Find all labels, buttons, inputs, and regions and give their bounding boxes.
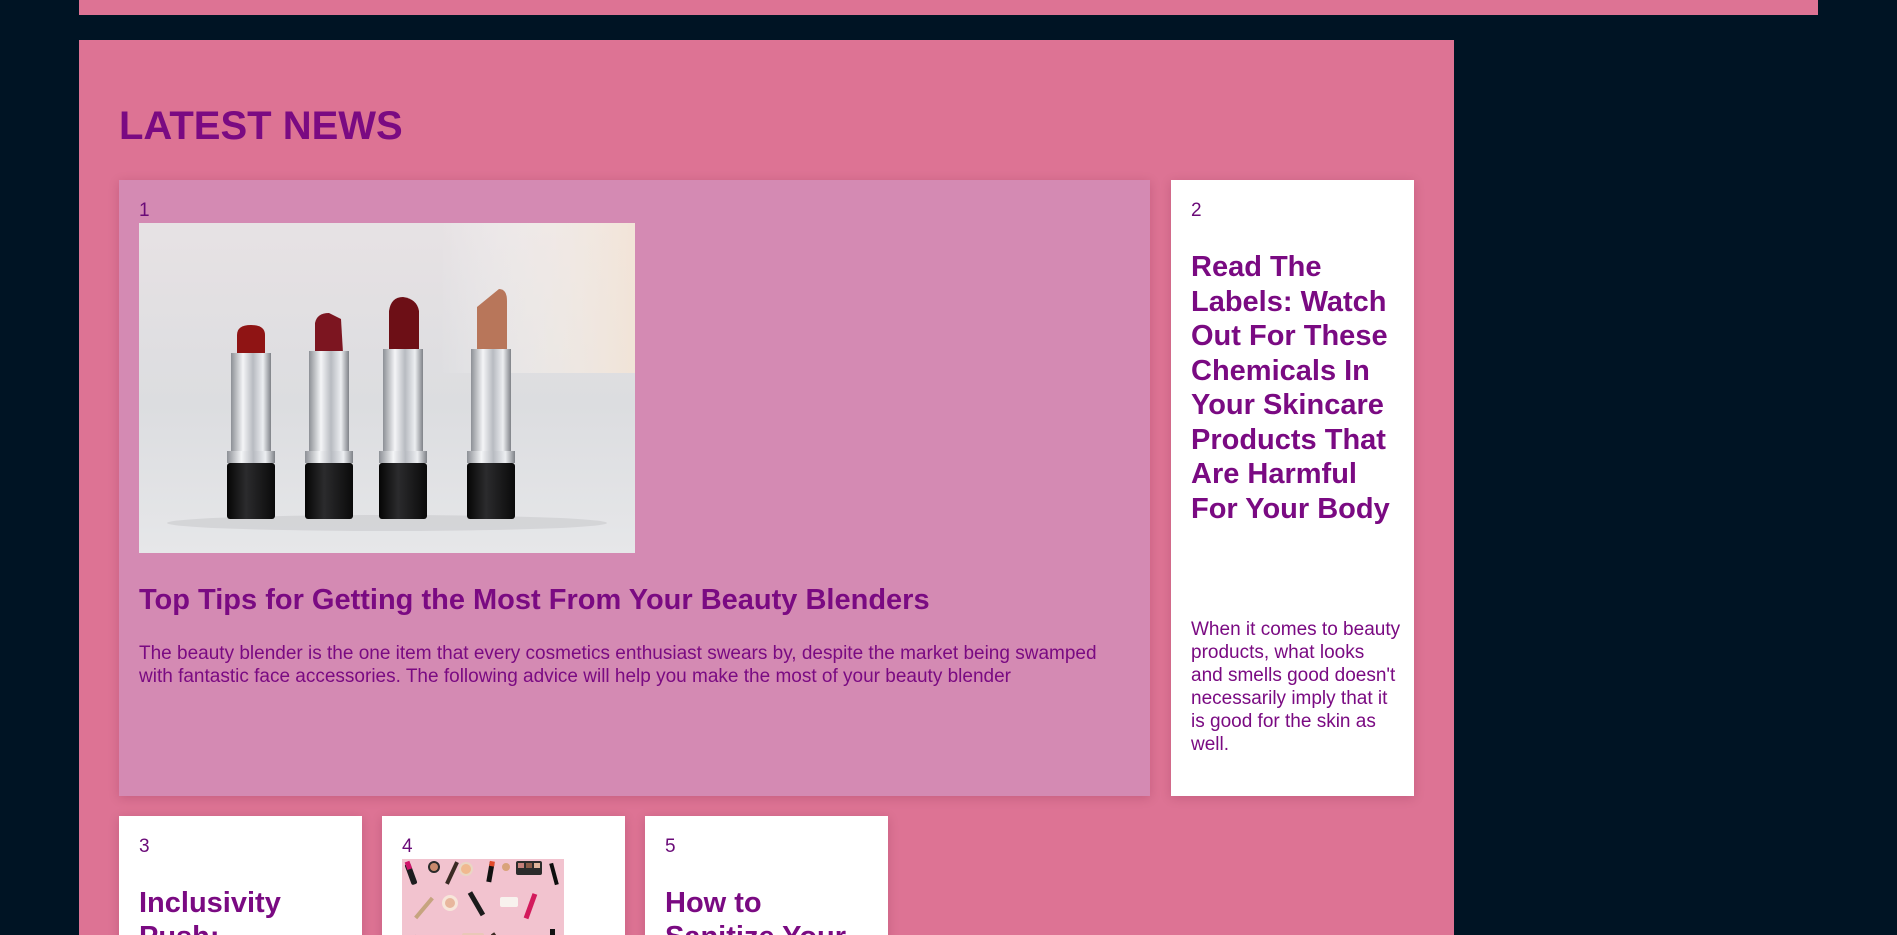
- article-number: 3: [139, 836, 150, 857]
- article-number: 5: [665, 836, 676, 857]
- article-excerpt: The beauty blender is the one item that …: [139, 643, 1097, 687]
- article-number: 2: [1191, 200, 1202, 221]
- article-card-1[interactable]: 1 Top Tips for Getting the Most From You…: [119, 180, 1150, 796]
- article-title[interactable]: Top Tips for Getting the Most From Your …: [139, 583, 1129, 617]
- article-title[interactable]: How to Sanitize Your: [665, 886, 870, 935]
- lipsticks-photo[interactable]: [139, 223, 635, 553]
- article-title[interactable]: Read The Labels: Watch Out For These Che…: [1191, 250, 1401, 526]
- latest-news-section: LATEST NEWS 1 Top Tips for Getting the M…: [79, 40, 1454, 935]
- article-card-3[interactable]: 3 Inclusivity Push:: [119, 816, 362, 935]
- article-card-4[interactable]: 4: [382, 816, 625, 935]
- article-card-2[interactable]: 2 Read The Labels: Watch Out For These C…: [1171, 180, 1414, 796]
- makeup-flatlay-photo[interactable]: [402, 859, 564, 935]
- article-card-5[interactable]: 5 How to Sanitize Your: [645, 816, 888, 935]
- article-excerpt: When it comes to beauty products, what l…: [1191, 619, 1401, 755]
- article-number: 1: [139, 200, 150, 221]
- section-heading: LATEST NEWS: [119, 104, 403, 148]
- top-header-bar: [79, 0, 1818, 15]
- article-title[interactable]: Inclusivity Push:: [139, 886, 344, 935]
- article-number: 4: [402, 836, 413, 857]
